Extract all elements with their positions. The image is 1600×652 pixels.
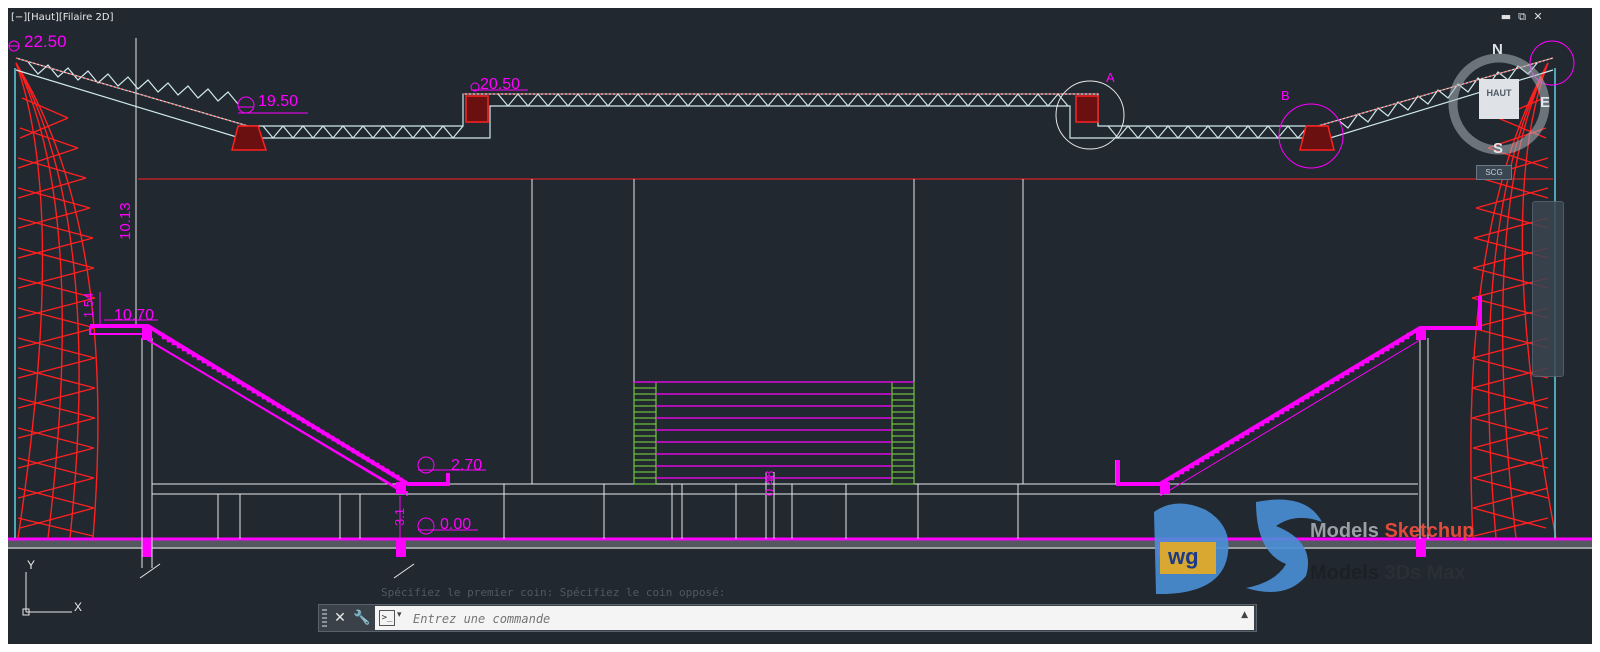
command-history: Spécifiez le premier coin: Spécifiez le … — [381, 586, 726, 599]
elevation-ground: 0.00 — [440, 516, 471, 533]
foundation-legs — [139, 563, 415, 579]
white-walls — [135, 38, 1429, 568]
watermark-logo: wg Models Sketchup Models 3Ds Max — [1146, 492, 1516, 602]
chevron-down-icon[interactable]: ▾ — [397, 610, 402, 620]
chevron-up-icon[interactable]: ▲ — [1241, 610, 1248, 620]
restore-icon[interactable]: ⧉ — [1516, 11, 1528, 23]
compass-south[interactable]: S — [1493, 140, 1503, 157]
dimension-height: 10.13 — [117, 202, 134, 240]
right-tribune — [1116, 296, 1482, 497]
watermark-line2-brand: 3Ds Max — [1384, 562, 1466, 584]
dimension-small-left: 1.54 — [81, 293, 96, 318]
ucs-icon: Y X — [14, 558, 94, 618]
minimize-icon[interactable]: ▬ — [1500, 11, 1512, 23]
compass-north[interactable]: N — [1492, 41, 1503, 58]
watermark-line1-prefix: Models — [1310, 520, 1385, 542]
roof-top-red — [15, 57, 249, 127]
close-icon[interactable]: ✕ — [1532, 11, 1544, 23]
command-input-container[interactable]: >_ ▾ ▲ — [375, 606, 1254, 630]
watermark-line1-brand: Sketchup — [1384, 520, 1475, 542]
elevation-top-left: 22.50 — [24, 32, 67, 51]
detail-label-b: B — [1281, 88, 1290, 103]
wrench-icon[interactable]: 🔧 — [353, 608, 371, 628]
detail-label-a: A — [1106, 70, 1115, 85]
navigation-bar[interactable] — [1532, 201, 1564, 377]
dimension-small-bottom: 3.1 — [392, 508, 407, 526]
prompt-icon[interactable]: >_ — [379, 610, 395, 626]
viewport-controls-label[interactable]: [−][Haut][Filaire 2D] — [11, 12, 113, 23]
command-line-grip[interactable] — [322, 609, 327, 627]
elevation-roof-mid-left: 19.50 — [258, 93, 298, 110]
ucs-x-label: X — [74, 600, 83, 614]
command-line[interactable]: ✕ 🔧 >_ ▾ ▲ — [318, 604, 1257, 632]
watermark-logo-text: wg — [1168, 544, 1199, 569]
elevation-roof-center: 20.50 — [480, 76, 520, 93]
watermark-line2-prefix: Models — [1310, 562, 1385, 584]
compass-east[interactable]: E — [1540, 94, 1550, 111]
left-tribune — [89, 324, 450, 497]
ucs-menu-button[interactable]: SCG — [1476, 165, 1512, 180]
roof-support-nodes — [231, 95, 1335, 151]
command-input[interactable] — [411, 608, 1235, 630]
drawing-viewport[interactable]: A B 22.50 19.50 20.50 10.70 2.70 0.00 10… — [8, 8, 1592, 644]
central-stage — [633, 381, 915, 485]
dimension-stage-step: 0.48 — [762, 471, 777, 496]
ucs-y-label: Y — [27, 558, 36, 572]
command-close-icon[interactable]: ✕ — [331, 608, 349, 628]
elevation-stand-top: 10.70 — [114, 307, 154, 324]
elevation-stand-bottom: 2.70 — [451, 457, 482, 474]
viewcube-face-top[interactable]: HAUT — [1479, 79, 1519, 119]
